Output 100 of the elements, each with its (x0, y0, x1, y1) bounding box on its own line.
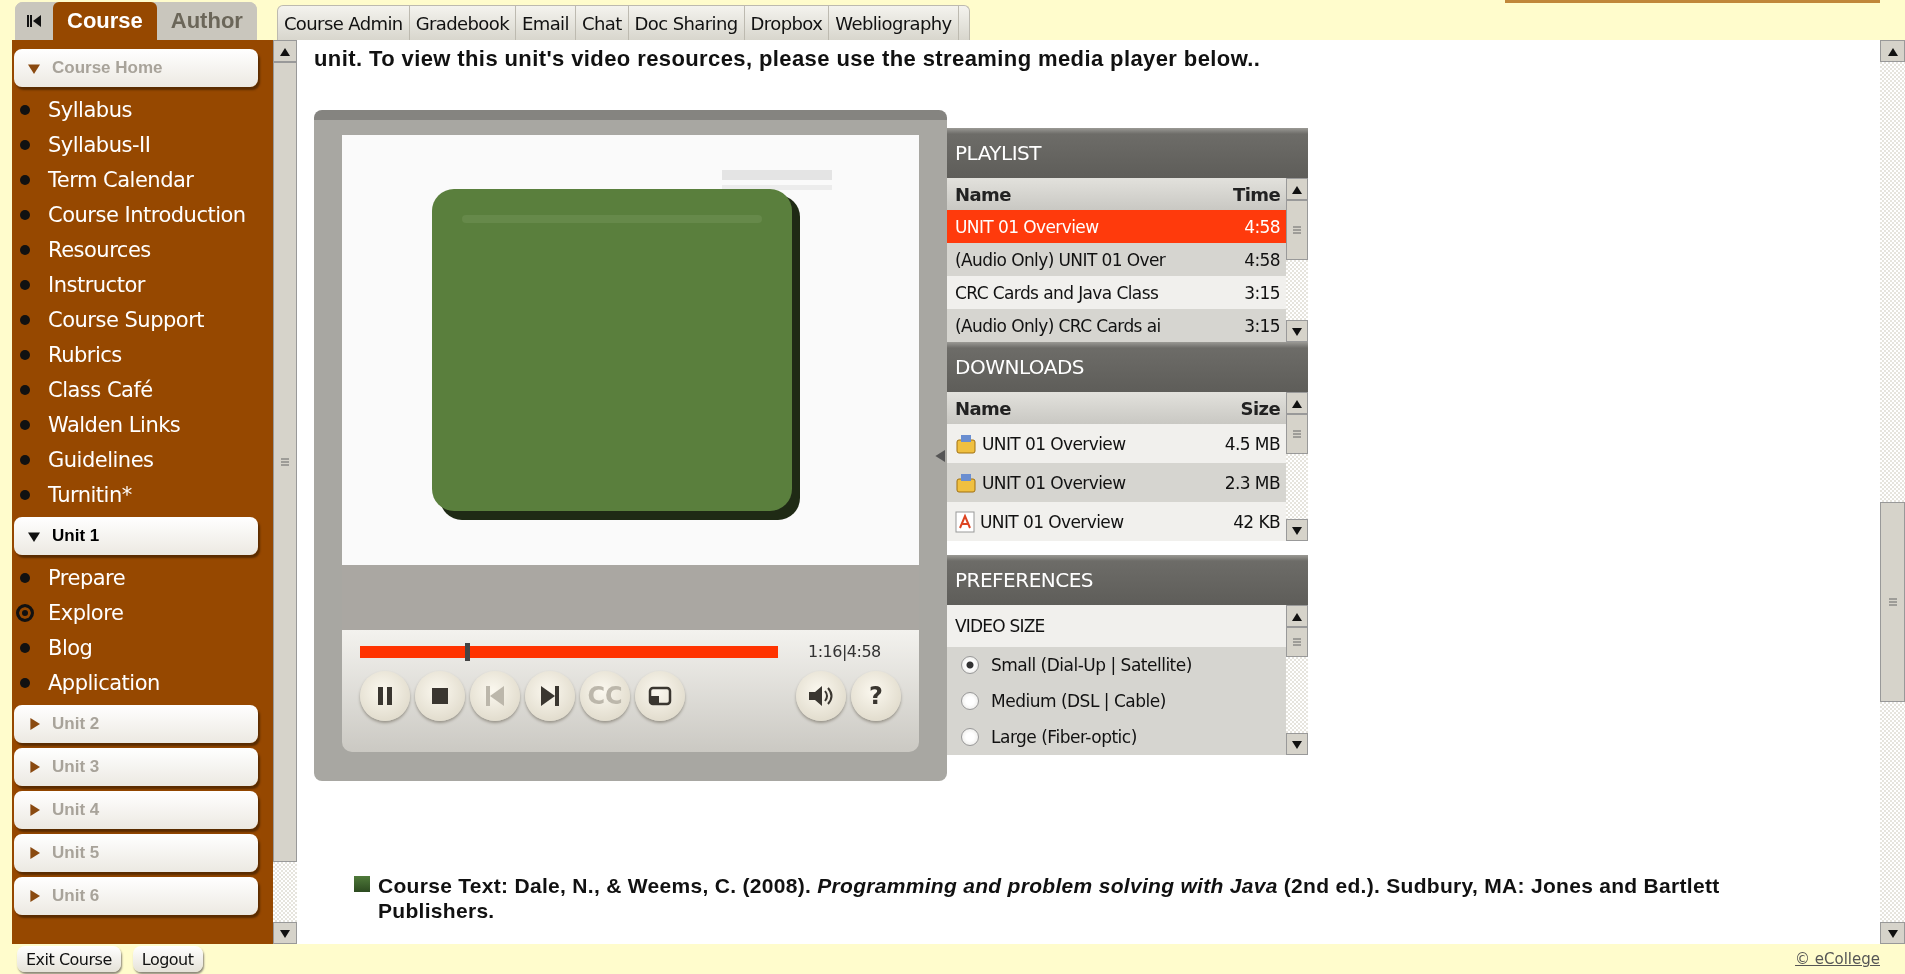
download-row[interactable]: UNIT 01 Overview 2.3 MB (947, 463, 1286, 502)
column-header: Name (955, 397, 1011, 419)
link-label: Application (48, 670, 160, 695)
speaker-icon (808, 684, 834, 708)
download-row[interactable]: UNIT 01 Overview 4.5 MB (947, 424, 1286, 463)
link-label: Blog (48, 635, 93, 660)
sidebar-link[interactable]: Guidelines (12, 442, 154, 477)
playlist-row[interactable]: UNIT 01 Overview 4:58 (947, 210, 1286, 243)
progress-handle[interactable] (464, 642, 470, 661)
section-header[interactable]: Unit 1 (14, 517, 258, 555)
duration: 4:58 (1244, 249, 1280, 270)
link-label: Syllabus-II (48, 132, 151, 157)
footer-button[interactable]: Logout (132, 946, 203, 972)
help-button[interactable]: ? (851, 671, 901, 721)
option-label: Medium (DSL | Cable) (991, 691, 1166, 711)
preferences-scrollbar[interactable] (1286, 605, 1308, 755)
scroll-down-icon (1292, 739, 1302, 749)
link-label: Syllabus (48, 97, 132, 122)
sidebar-scrollbar[interactable] (273, 40, 297, 944)
radio-button[interactable] (961, 692, 979, 710)
caret-right-icon (28, 761, 40, 773)
ecollege-link[interactable]: © eCollege (1795, 950, 1880, 968)
link-label: Turnitin* (48, 482, 132, 507)
link-label: Instructor (48, 272, 145, 297)
radio-button[interactable] (961, 656, 979, 674)
file-size: 42 KB (1233, 511, 1280, 532)
sidebar-link[interactable]: Application (12, 665, 160, 700)
radio-button[interactable] (961, 728, 979, 746)
pause-icon (376, 686, 394, 706)
link-label: Explore (48, 600, 124, 625)
option-label: Small (Dial-Up | Satellite) (991, 655, 1192, 675)
scroll-up-icon (1887, 46, 1898, 56)
sidebar-link[interactable]: Blog (12, 630, 93, 665)
stop-button[interactable] (415, 671, 465, 721)
video-title: (Audio Only) UNIT 01 Over (955, 249, 1166, 270)
sidebar-link[interactable]: Class Café (12, 372, 153, 407)
caret-right-icon (28, 847, 40, 859)
group-label: VIDEO SIZE (947, 605, 1286, 647)
playlist-row[interactable]: (Audio Only) CRC Cards ai 3:15 (947, 309, 1286, 342)
caret-right-icon (28, 718, 40, 730)
video-title: UNIT 01 Overview (955, 216, 1099, 237)
sidebar-link[interactable]: Course Support (12, 302, 204, 337)
window-button[interactable] (635, 671, 685, 721)
link-label: Resources (48, 237, 151, 262)
bullet-icon (354, 876, 370, 892)
volume-button[interactable] (796, 671, 846, 721)
playlist-row[interactable]: (Audio Only) UNIT 01 Over 4:58 (947, 243, 1286, 276)
playlist-row[interactable]: CRC Cards and Java Class 3:15 (947, 276, 1286, 309)
link-label: Walden Links (48, 412, 181, 437)
column-header: Name (955, 183, 1011, 205)
scroll-down-icon (1887, 928, 1898, 938)
file-name: UNIT 01 Overview (982, 472, 1126, 493)
file-size: 2.3 MB (1224, 472, 1280, 493)
caret-right-icon (28, 804, 40, 816)
sidebar-link[interactable]: Prepare (12, 560, 126, 595)
sidebar-link[interactable]: Instructor (12, 267, 145, 302)
sidebar-link[interactable]: Resources (12, 232, 151, 267)
sidebar-link[interactable]: Explore (12, 595, 124, 630)
sidebar-link[interactable]: Course Introduction (12, 197, 246, 232)
grip-icon (280, 457, 290, 467)
video-title: (Audio Only) CRC Cards ai (955, 315, 1161, 336)
sidebar-link[interactable]: Syllabus-II (12, 127, 151, 162)
playlist-scrollbar[interactable] (1286, 178, 1308, 342)
panel-header: PREFERENCES (947, 555, 1308, 605)
grip-icon (1292, 637, 1302, 647)
downloads-scrollbar[interactable] (1286, 392, 1308, 541)
duration: 3:15 (1244, 282, 1280, 303)
next-button[interactable] (525, 671, 575, 721)
duration: 3:15 (1244, 315, 1280, 336)
caret-right-icon (28, 890, 40, 902)
scroll-up-icon (1292, 611, 1302, 621)
folder-icon (955, 471, 977, 494)
scroll-up-icon (1292, 398, 1302, 408)
scroll-down-icon (280, 928, 290, 938)
download-row[interactable]: UNIT 01 Overview 42 KB (947, 502, 1286, 541)
collapse-icon (26, 13, 42, 29)
link-label: Class Café (48, 377, 153, 402)
stop-icon (431, 687, 449, 705)
window-icon (648, 686, 672, 706)
scroll-down-icon (1292, 326, 1302, 336)
sidebar-link[interactable]: Turnitin* (12, 477, 132, 512)
duration: 4:58 (1244, 216, 1280, 237)
link-label: Rubrics (48, 342, 122, 367)
option-label: Large (Fiber-optic) (991, 727, 1137, 747)
scroll-up-icon (280, 46, 290, 56)
folder-icon (955, 432, 977, 455)
sidebar-link[interactable]: Term Calendar (12, 162, 194, 197)
pause-button[interactable] (360, 671, 410, 721)
sidebar-link[interactable]: Walden Links (12, 407, 181, 442)
grip-icon (1292, 225, 1302, 235)
time-display: 1:16|4:58 (808, 642, 881, 661)
sidebar-link[interactable]: Rubrics (12, 337, 122, 372)
grip-icon (1292, 429, 1302, 439)
page-scrollbar[interactable] (1880, 40, 1905, 944)
pdf-icon (955, 510, 975, 533)
skip-forward-icon (540, 685, 560, 707)
mode-tab[interactable]: Course (53, 2, 157, 40)
sidebar-link[interactable]: Syllabus (12, 92, 132, 127)
link-label: Guidelines (48, 447, 154, 472)
footer-button[interactable]: Exit Course (17, 946, 121, 972)
